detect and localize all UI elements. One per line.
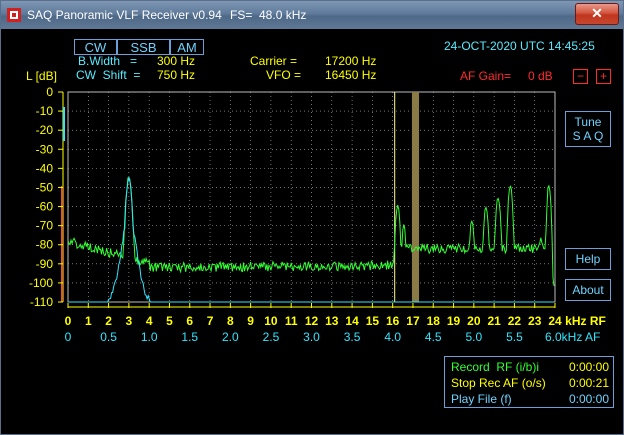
- af-unit-label: 6.0kHz AF: [545, 330, 600, 344]
- rf-tick-label: 19: [447, 314, 461, 328]
- y-tick-label: -110: [30, 295, 53, 309]
- af-spectrum-trace: [68, 177, 554, 303]
- rf-tick-label: 17: [406, 314, 420, 328]
- rf-tick-label: 22: [508, 314, 522, 328]
- spectrum-display[interactable]: 0-10-20-30-40-50-60-70-80-90-100-1100 1 2 3…: [7, 31, 619, 361]
- rf-tick-label: 21: [487, 314, 501, 328]
- rf-tick-label: 3: [126, 314, 133, 328]
- rf-tick-label: 14: [345, 314, 359, 328]
- rf-tick-label: 24: [548, 314, 562, 328]
- close-button[interactable]: ✕: [575, 3, 619, 25]
- af-tick-label: 0.5: [100, 330, 117, 344]
- saq-label: S A Q: [572, 129, 604, 143]
- rf-tick-label: 23: [528, 314, 542, 328]
- tune-label: Tune: [574, 115, 602, 129]
- help-button[interactable]: Help: [565, 248, 611, 270]
- rf-tick-label: 8: [227, 314, 234, 328]
- stop-record-af-label[interactable]: Stop Rec AF (o/s): [451, 376, 546, 390]
- rf-tick-label: 5: [166, 314, 173, 328]
- y-tick-label: -50: [36, 180, 54, 194]
- rf-tick-label: 11: [285, 314, 298, 328]
- af-tick-label: 0: [65, 330, 72, 344]
- y-tick-label: -90: [36, 257, 54, 271]
- record-rf-label[interactable]: Record RF (i/b)i: [451, 360, 539, 374]
- rf-spectrum-trace: [67, 177, 555, 286]
- application-window: SAQ Panoramic VLF Receiver v0.94 FS= 48.…: [0, 0, 624, 435]
- af-tick-label: 2.5: [263, 330, 280, 344]
- record-rf-time: 0:00:00: [568, 360, 609, 374]
- rf-tick-label: 12: [305, 314, 319, 328]
- rf-tick-label: 1: [85, 314, 92, 328]
- af-tick-label: 1.5: [181, 330, 198, 344]
- play-file-label[interactable]: Play File (f): [451, 392, 512, 406]
- title-bar[interactable]: SAQ Panoramic VLF Receiver v0.94 FS= 48.…: [1, 1, 623, 29]
- passband-marker: [411, 92, 420, 302]
- stop-record-af-time: 0:00:21: [568, 376, 609, 390]
- spectrum-grid: [67, 91, 556, 303]
- rf-tick-label: 2: [105, 314, 112, 328]
- af-tick-label: 4.0: [384, 330, 401, 344]
- y-tick-label: -40: [36, 161, 54, 175]
- af-tick-label: 5.0: [465, 330, 482, 344]
- af-tick-label: 5.5: [506, 330, 523, 344]
- af-tick-label: 3.0: [303, 330, 320, 344]
- rf-tick-label: 6: [186, 314, 193, 328]
- sample-rate-label: FS= 48.0 kHz: [230, 8, 307, 22]
- af-tick-label: 4.5: [425, 330, 442, 344]
- rf-tick-label: 16: [386, 314, 400, 328]
- receiver-panel: CW SSB AM B.Width = 300 Hz CW Shift = 75…: [7, 31, 619, 430]
- af-tick-label: 1.0: [141, 330, 158, 344]
- rf-tick-label: 20: [467, 314, 481, 328]
- rf-tick-label: 13: [325, 314, 339, 328]
- play-file-time: 0:00:00: [568, 392, 609, 406]
- rf-tick-label: 9: [247, 314, 254, 328]
- y-tick-label: 0: [46, 85, 53, 99]
- af-tick-label: 2.0: [222, 330, 239, 344]
- af-tick-label: 3.5: [344, 330, 361, 344]
- y-tick-label: -60: [36, 200, 54, 214]
- y-tick-label: -100: [29, 276, 53, 290]
- app-icon: [7, 8, 21, 22]
- rf-tick-label: 7: [207, 314, 214, 328]
- rf-tick-label: 4: [146, 314, 153, 328]
- y-tick-label: -10: [36, 104, 54, 118]
- y-tick-label: -20: [36, 123, 54, 137]
- y-tick-label: -70: [36, 219, 54, 233]
- y-tick-label: -80: [36, 238, 54, 252]
- rf-tick-label: 0: [65, 314, 72, 328]
- y-tick-label: -30: [36, 142, 54, 156]
- rf-tick-label: 15: [366, 314, 380, 328]
- about-button[interactable]: About: [565, 279, 611, 301]
- recording-status-panel: Record RF (i/b)i 0:00:00 Stop Rec AF (o/…: [444, 356, 614, 408]
- rf-tick-label: 18: [427, 314, 441, 328]
- tune-saq-button[interactable]: Tune S A Q: [565, 111, 611, 147]
- window-title: SAQ Panoramic VLF Receiver v0.94: [27, 8, 222, 22]
- rf-unit-label: kHz RF: [565, 314, 606, 328]
- rf-tick-label: 10: [264, 314, 278, 328]
